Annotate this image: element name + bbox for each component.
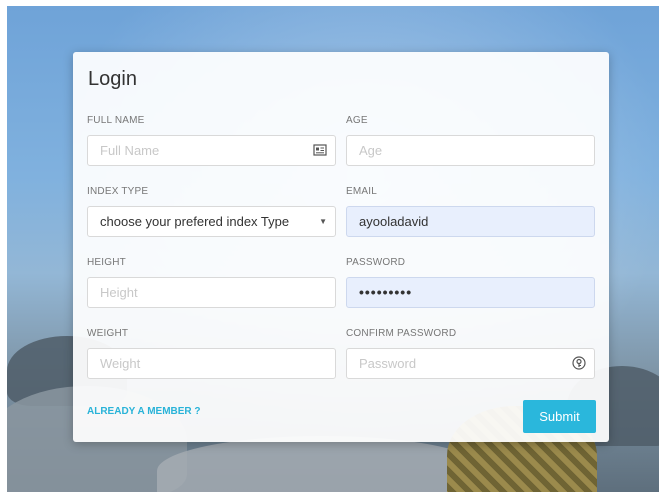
age-input[interactable] [347,136,594,165]
confirm-password-field: CONFIRM PASSWORD [346,328,595,379]
confirm-password-input[interactable] [347,349,594,378]
height-input[interactable] [88,278,335,307]
index-type-select[interactable]: choose your prefered index Type ▼ [87,206,336,237]
index-type-selected: choose your prefered index Type [100,214,290,229]
email-label: EMAIL [346,186,378,197]
full-name-label: FULL NAME [87,115,145,126]
contact-card-icon [313,144,327,156]
full-name-field: FULL NAME [87,115,336,166]
full-name-box [87,135,336,166]
password-input[interactable]: ••••••••• [347,278,594,307]
confirm-password-box [346,348,595,379]
password-box[interactable]: ••••••••• [346,277,595,308]
submit-button[interactable]: Submit [523,400,596,433]
email-input[interactable]: ayooladavid [347,207,594,236]
weight-box [87,348,336,379]
index-type-field: INDEX TYPE choose your prefered index Ty… [87,186,336,237]
already-member-link[interactable]: ALREADY A MEMBER ? [87,406,201,417]
height-label: HEIGHT [87,257,126,268]
login-card: Login FULL NAME AGE INDEX TYPE choose yo… [73,52,609,442]
form-title: Login [88,68,137,90]
age-field: AGE [346,115,595,166]
index-type-label: INDEX TYPE [87,186,149,197]
confirm-password-label: CONFIRM PASSWORD [346,328,457,339]
age-box [346,135,595,166]
height-box [87,277,336,308]
chevron-down-icon: ▼ [319,217,327,226]
weight-input[interactable] [88,349,335,378]
weight-label: WEIGHT [87,328,129,339]
password-label: PASSWORD [346,257,406,268]
age-label: AGE [346,115,368,126]
email-field: EMAIL ayooladavid [346,186,595,237]
full-name-input[interactable] [88,136,335,165]
password-field: PASSWORD ••••••••• [346,257,595,308]
weight-field: WEIGHT [87,328,336,379]
email-box[interactable]: ayooladavid [346,206,595,237]
height-field: HEIGHT [87,257,336,308]
key-icon[interactable] [572,356,586,370]
